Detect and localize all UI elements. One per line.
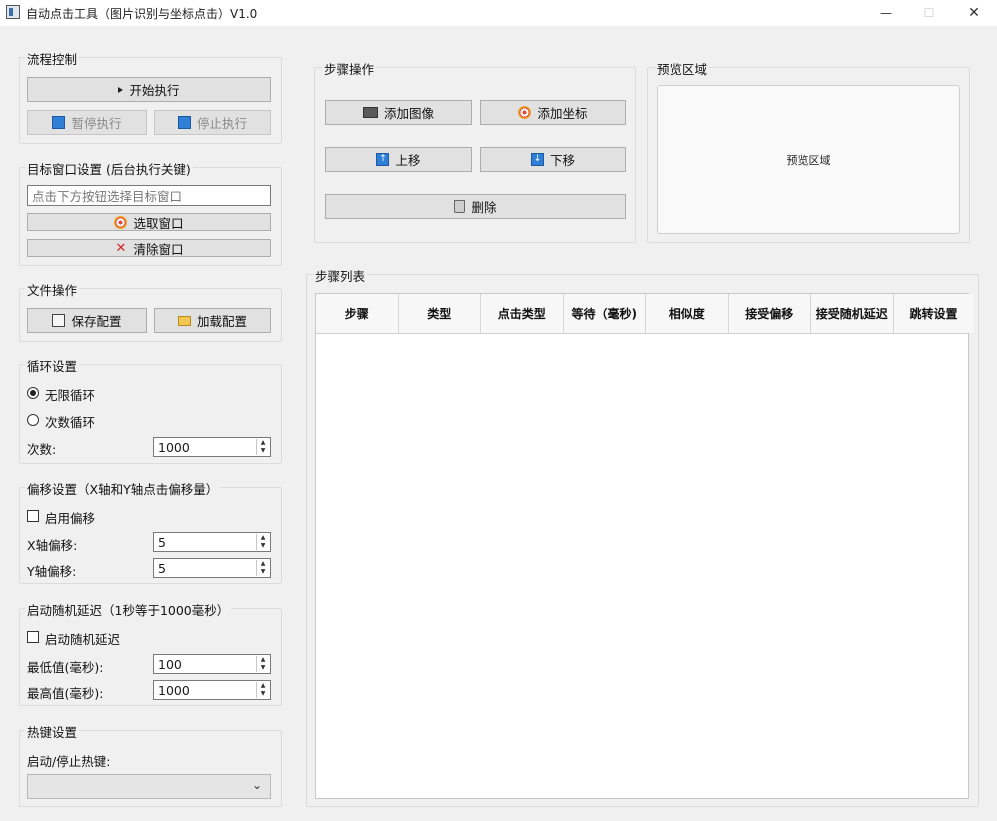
- add-coordinate-button[interactable]: 添加坐标: [480, 100, 626, 125]
- trash-icon: [454, 200, 466, 213]
- step-ops-title: 步骤操作: [322, 59, 377, 78]
- save-config-label: 保存配置: [71, 314, 122, 329]
- app-icon: [6, 5, 20, 19]
- spin-arrows[interactable]: ▲ ▼: [256, 682, 269, 698]
- image-icon: [362, 107, 378, 118]
- target-window-placeholder: 点击下方按钮选择目标窗口: [32, 189, 183, 204]
- step-table[interactable]: 步骤 类型 点击类型 等待（毫秒) 相似度 接受偏移 接受随机延迟 跳转设置: [315, 293, 974, 799]
- window-title: 自动点击工具（图片识别与坐标点击）V1.0: [26, 7, 258, 21]
- min-delay-spinbox[interactable]: 100 ▲ ▼: [153, 654, 271, 674]
- stop-button[interactable]: 停止执行: [154, 110, 271, 135]
- delete-label: 删除: [471, 200, 497, 215]
- enable-offset-label: 启用偏移: [45, 511, 96, 526]
- x-offset-value: 5: [158, 534, 166, 550]
- move-down-button[interactable]: ↓ 下移: [480, 147, 626, 172]
- spin-arrows[interactable]: ▲ ▼: [256, 534, 269, 550]
- arrow-down-icon: ↓: [530, 153, 544, 166]
- minimize-button[interactable]: —: [863, 0, 909, 26]
- random-delay-title: 启动随机延迟（1秒等于1000毫秒）: [25, 600, 232, 619]
- preview-title: 预览区域: [655, 59, 710, 78]
- hotkey-label: 启动/停止热键:: [27, 754, 111, 769]
- add-coordinate-label: 添加坐标: [537, 106, 588, 121]
- enable-offset-checkbox[interactable]: [27, 510, 39, 522]
- max-delay-spinbox[interactable]: 1000 ▲ ▼: [153, 680, 271, 700]
- process-control-title: 流程控制: [25, 49, 80, 68]
- preview-placeholder: 预览区域: [786, 153, 831, 167]
- play-icon: [118, 86, 124, 93]
- clear-window-label: 清除窗口: [133, 241, 184, 257]
- select-window-label: 选取窗口: [133, 215, 184, 231]
- select-window-button[interactable]: 选取窗口: [27, 213, 271, 231]
- add-image-label: 添加图像: [383, 106, 434, 121]
- x-offset-spinbox[interactable]: 5 ▲ ▼: [153, 532, 271, 552]
- enable-random-delay-checkbox[interactable]: [27, 631, 39, 643]
- column-header[interactable]: 类型: [398, 294, 481, 333]
- min-delay-label: 最低值(毫秒):: [27, 660, 104, 675]
- y-offset-spinbox[interactable]: 5 ▲ ▼: [153, 558, 271, 578]
- target-icon: [114, 215, 128, 229]
- move-up-label: 上移: [395, 153, 421, 168]
- max-delay-label: 最高值(毫秒):: [27, 686, 104, 701]
- clear-window-button[interactable]: ✕ 清除窗口: [27, 239, 271, 257]
- column-header[interactable]: 相似度: [646, 294, 729, 333]
- target-window-input[interactable]: 点击下方按钮选择目标窗口: [27, 185, 271, 206]
- close-icon: ✕: [115, 240, 127, 256]
- stop-button-label: 停止执行: [196, 116, 247, 131]
- column-header[interactable]: 跳转设置: [893, 294, 974, 333]
- load-config-label: 加载配置: [196, 314, 247, 329]
- column-header[interactable]: 点击类型: [481, 294, 564, 333]
- load-config-button[interactable]: 加载配置: [154, 308, 271, 333]
- save-config-button[interactable]: 保存配置: [27, 308, 147, 333]
- target-icon: [518, 106, 532, 119]
- file-ops-title: 文件操作: [25, 280, 80, 299]
- move-up-button[interactable]: ↑ 上移: [325, 147, 472, 172]
- column-header[interactable]: 接受随机延迟: [811, 294, 894, 333]
- column-header[interactable]: 等待（毫秒): [563, 294, 646, 333]
- hotkey-select[interactable]: ⌄: [27, 774, 271, 799]
- x-offset-label: X轴偏移:: [27, 538, 78, 553]
- infinite-loop-radio[interactable]: [27, 387, 39, 399]
- start-button[interactable]: 开始执行: [27, 77, 271, 102]
- spin-arrows[interactable]: ▲ ▼: [256, 656, 269, 672]
- add-image-button[interactable]: 添加图像: [325, 100, 472, 125]
- spin-arrows[interactable]: ▲ ▼: [256, 560, 269, 576]
- close-button[interactable]: ✕: [951, 0, 997, 26]
- loop-times-value: 1000: [158, 439, 190, 455]
- min-delay-value: 100: [158, 656, 182, 672]
- offset-title: 偏移设置（X轴和Y轴点击偏移量）: [25, 479, 221, 498]
- folder-icon: [177, 315, 191, 326]
- save-disk-icon: [52, 314, 66, 327]
- delete-button[interactable]: 删除: [325, 194, 626, 219]
- spin-arrows[interactable]: ▲ ▼: [256, 439, 269, 455]
- count-loop-label: 次数循环: [45, 415, 96, 430]
- loop-title: 循环设置: [25, 356, 80, 375]
- title-bar: 自动点击工具（图片识别与坐标点击）V1.0 — ☐ ✕: [0, 0, 997, 26]
- maximize-button[interactable]: ☐: [906, 0, 952, 26]
- infinite-loop-label: 无限循环: [45, 388, 96, 403]
- preview-area: 预览区域: [657, 85, 960, 234]
- chevron-down-icon: ⌄: [251, 778, 262, 792]
- column-header[interactable]: 步骤: [316, 294, 399, 333]
- y-offset-value: 5: [158, 560, 166, 576]
- target-window-title: 目标窗口设置 (后台执行关键): [25, 159, 193, 178]
- start-button-label: 开始执行: [129, 83, 180, 98]
- hotkey-title: 热键设置: [25, 722, 80, 741]
- stop-icon: [177, 116, 191, 129]
- table-header: 步骤 类型 点击类型 等待（毫秒) 相似度 接受偏移 接受随机延迟 跳转设置: [316, 294, 974, 334]
- loop-times-label: 次数:: [27, 442, 57, 457]
- pause-button-label: 暂停执行: [71, 116, 122, 131]
- pause-button[interactable]: 暂停执行: [27, 110, 147, 135]
- pause-icon: [52, 116, 66, 129]
- max-delay-value: 1000: [158, 682, 190, 698]
- column-header[interactable]: 接受偏移: [728, 294, 811, 333]
- y-offset-label: Y轴偏移:: [27, 564, 77, 579]
- enable-random-delay-label: 启动随机延迟: [45, 632, 121, 647]
- step-list-title: 步骤列表: [313, 266, 368, 285]
- loop-times-spinbox[interactable]: 1000 ▲ ▼: [153, 437, 271, 457]
- count-loop-radio[interactable]: [27, 414, 39, 426]
- arrow-up-icon: ↑: [376, 153, 390, 166]
- move-down-label: 下移: [549, 153, 575, 168]
